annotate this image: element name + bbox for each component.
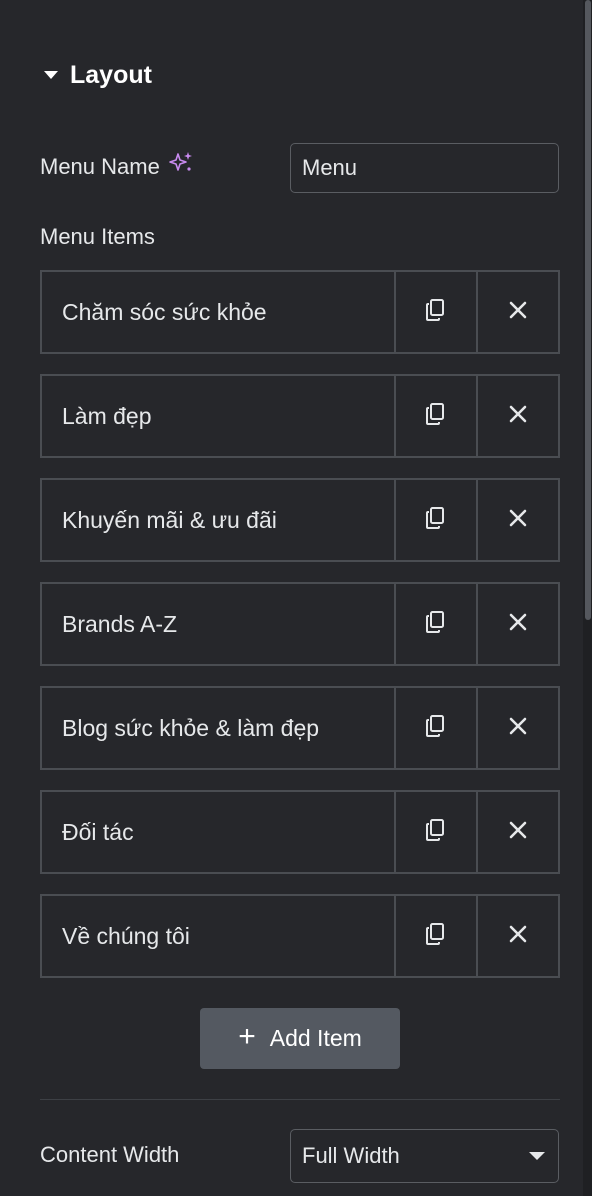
close-icon (508, 612, 528, 637)
menu-item-title[interactable]: Về chúng tôi (42, 896, 394, 976)
copy-icon (424, 609, 448, 640)
remove-item-button[interactable] (476, 272, 558, 352)
chevron-down-icon (529, 1152, 545, 1160)
close-icon (508, 404, 528, 429)
menu-item-row[interactable]: Brands A-Z (40, 582, 560, 666)
remove-item-button[interactable] (476, 896, 558, 976)
copy-icon (424, 297, 448, 328)
settings-panel: Layout Menu Name Menu Menu Items Chăm só… (0, 0, 583, 1196)
content-width-select[interactable]: Full Width (290, 1129, 559, 1183)
layout-section-header[interactable]: Layout (44, 58, 152, 92)
menu-item-row[interactable]: Blog sức khỏe & làm đẹp (40, 686, 560, 770)
caret-down-icon (44, 71, 58, 79)
duplicate-item-button[interactable] (394, 896, 476, 976)
menu-name-value: Menu (302, 155, 358, 180)
menu-name-label-text: Menu Name (40, 154, 160, 179)
remove-item-button[interactable] (476, 792, 558, 872)
menu-item-title[interactable]: Brands A-Z (42, 584, 394, 664)
remove-item-button[interactable] (476, 480, 558, 560)
duplicate-item-button[interactable] (394, 792, 476, 872)
close-icon (508, 716, 528, 741)
close-icon (508, 508, 528, 533)
remove-item-button[interactable] (476, 688, 558, 768)
menu-item-row[interactable]: Về chúng tôi (40, 894, 560, 978)
menu-name-label: Menu Name (40, 152, 194, 182)
duplicate-item-button[interactable] (394, 376, 476, 456)
menu-item-title[interactable]: Khuyến mãi & ưu đãi (42, 480, 394, 560)
scrollbar-thumb[interactable] (585, 0, 591, 620)
plus-icon: + (238, 1020, 256, 1053)
remove-item-button[interactable] (476, 584, 558, 664)
menu-item-row[interactable]: Làm đẹp (40, 374, 560, 458)
duplicate-item-button[interactable] (394, 584, 476, 664)
duplicate-item-button[interactable] (394, 272, 476, 352)
duplicate-item-button[interactable] (394, 480, 476, 560)
add-item-label: Add Item (269, 1025, 362, 1051)
menu-item-title[interactable]: Blog sức khỏe & làm đẹp (42, 688, 394, 768)
menu-item-row[interactable]: Khuyến mãi & ưu đãi (40, 478, 560, 562)
duplicate-item-button[interactable] (394, 688, 476, 768)
content-width-label: Content Width (40, 1142, 180, 1167)
copy-icon (424, 505, 448, 536)
copy-icon (424, 817, 448, 848)
menu-item-row[interactable]: Chăm sóc sức khỏe (40, 270, 560, 354)
add-item-button[interactable]: + Add Item (200, 1008, 400, 1069)
menu-item-row[interactable]: Đối tác (40, 790, 560, 874)
copy-icon (424, 921, 448, 952)
divider (40, 1099, 560, 1100)
menu-item-title[interactable]: Làm đẹp (42, 376, 394, 456)
menu-items-label: Menu Items (40, 224, 155, 249)
copy-icon (424, 713, 448, 744)
menu-name-input[interactable]: Menu (290, 143, 559, 193)
close-icon (508, 300, 528, 325)
content-width-value: Full Width (302, 1143, 400, 1168)
remove-item-button[interactable] (476, 376, 558, 456)
menu-item-title[interactable]: Chăm sóc sức khỏe (42, 272, 394, 352)
close-icon (508, 924, 528, 949)
close-icon (508, 820, 528, 845)
menu-item-title[interactable]: Đối tác (42, 792, 394, 872)
section-title: Layout (70, 60, 152, 89)
copy-icon (424, 401, 448, 432)
sparkle-icon[interactable] (168, 150, 194, 182)
